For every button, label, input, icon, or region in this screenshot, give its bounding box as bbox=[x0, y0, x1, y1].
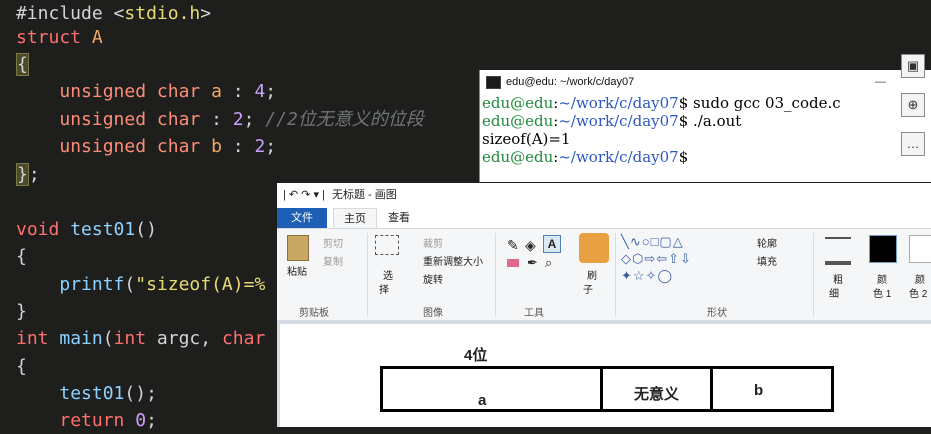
code-line-void-test: void test01() bbox=[16, 219, 157, 240]
paint-title: 无标题 - 画图 bbox=[331, 189, 397, 201]
code-line-struct: struct A bbox=[16, 27, 103, 48]
ribbon-separator bbox=[367, 233, 368, 317]
ribbon-separator bbox=[813, 233, 814, 317]
paste-icon[interactable] bbox=[287, 235, 309, 261]
terminal-icon bbox=[486, 76, 501, 89]
code-line-brace2-close: } bbox=[16, 301, 27, 322]
fill-icon[interactable]: ◈ bbox=[525, 237, 536, 254]
ribbon-separator bbox=[495, 233, 496, 317]
color2-label2: 色 2 bbox=[909, 289, 928, 300]
code-line-printf: printf("sizeof(A)=% bbox=[59, 274, 266, 295]
paint-titlebar[interactable]: | ↶ ↷ ▾ | 无标题 - 画图 bbox=[277, 183, 931, 208]
select-icon[interactable] bbox=[375, 235, 399, 255]
code-line-call: test01(); bbox=[59, 383, 157, 404]
color2-swatch[interactable] bbox=[909, 235, 931, 263]
paint-window[interactable]: | ↶ ↷ ▾ | 无标题 - 画图 文件 主页 查看 粘贴 剪切 复制 剪贴板… bbox=[277, 183, 931, 427]
size-button-label2: 细 bbox=[829, 289, 839, 300]
terminal-line: edu@edu:~/work/c/day07$ bbox=[482, 148, 689, 166]
copy-button[interactable]: 复制 bbox=[323, 253, 343, 268]
fill-button[interactable]: 填充 bbox=[757, 253, 777, 268]
diagram-label-padding: 无意义 bbox=[634, 386, 680, 403]
size-icon[interactable] bbox=[825, 237, 851, 265]
magnifier-icon[interactable]: ⌕ bbox=[545, 255, 552, 271]
code-line-brace2: { bbox=[16, 246, 27, 267]
cut-button[interactable]: 剪切 bbox=[323, 235, 343, 250]
ribbon-tabs: 文件 主页 查看 bbox=[277, 208, 931, 228]
brush-button-label2: 子 bbox=[583, 285, 593, 296]
terminal-line: edu@edu:~/work/c/day07$ ./a.out bbox=[482, 112, 742, 130]
tab-file[interactable]: 文件 bbox=[277, 208, 327, 228]
size-button[interactable]: 粗 bbox=[833, 271, 843, 286]
color1-swatch[interactable] bbox=[869, 235, 897, 263]
code-line-brace3: { bbox=[16, 356, 27, 377]
code-line-field-b: unsigned char b : 2; bbox=[59, 136, 277, 157]
group-label-tools: 工具 bbox=[524, 308, 544, 319]
image-icon[interactable]: ▣ bbox=[901, 54, 925, 78]
code-line-main: int main(int argc, char bbox=[16, 328, 266, 349]
terminal-title: edu@edu: ~/work/c/day07 bbox=[506, 76, 635, 88]
crop-button[interactable]: 裁剪 bbox=[423, 235, 443, 250]
select-button[interactable]: 选 bbox=[383, 267, 393, 282]
pencil-icon[interactable]: ✎ bbox=[507, 237, 519, 254]
diagram-label-a: a bbox=[478, 392, 487, 409]
outline-button[interactable]: 轮廓 bbox=[757, 235, 777, 250]
zoom-in-icon[interactable]: ⊕ bbox=[901, 93, 925, 117]
ribbon-separator bbox=[615, 233, 616, 317]
code-line-open-brace: { bbox=[16, 53, 29, 76]
code-line-close-brace: }; bbox=[16, 163, 40, 186]
group-label-clipboard: 剪贴板 bbox=[299, 308, 329, 319]
brush-icon[interactable] bbox=[579, 233, 609, 263]
code-line-field-a: unsigned char a : 4; bbox=[59, 81, 277, 102]
color2-button[interactable]: 颜 bbox=[915, 271, 925, 286]
eraser-icon[interactable] bbox=[507, 259, 519, 267]
color1-button[interactable]: 颜 bbox=[877, 271, 887, 286]
rotate-button[interactable]: 旋转 bbox=[423, 271, 443, 286]
terminal-window[interactable]: edu@edu: ~/work/c/day07 — edu@edu:~/work… bbox=[479, 70, 931, 182]
select-button-label2: 择 bbox=[379, 285, 389, 296]
diagram-label-b: b bbox=[754, 382, 764, 399]
code-line-field-pad: unsigned char : 2; //2位无意义的位段 bbox=[59, 109, 424, 130]
tab-home[interactable]: 主页 bbox=[333, 208, 377, 228]
code-line-include: #include <stdio.h> bbox=[16, 3, 212, 24]
group-label-shapes: 形状 bbox=[707, 308, 727, 319]
more-icon[interactable]: … bbox=[901, 132, 925, 156]
terminal-output[interactable]: edu@edu:~/work/c/day07$ sudo gcc 03_code… bbox=[480, 94, 931, 166]
paste-button[interactable]: 粘贴 bbox=[287, 263, 307, 278]
paint-canvas[interactable]: 4位 a 无意义 b bbox=[280, 324, 931, 427]
terminal-titlebar[interactable]: edu@edu: ~/work/c/day07 — bbox=[480, 70, 931, 94]
ribbon: 粘贴 剪切 复制 剪贴板 选 择 裁剪 重新调整大小 旋转 图像 ✎ ◈ A ✒… bbox=[277, 228, 931, 322]
color-picker-icon[interactable]: ✒ bbox=[527, 255, 538, 271]
terminal-line: sizeof(A)=1 bbox=[482, 130, 571, 148]
quick-access-toolbar[interactable]: | ↶ ↷ ▾ | bbox=[283, 189, 325, 201]
tab-view[interactable]: 查看 bbox=[381, 208, 417, 228]
group-label-image: 图像 bbox=[423, 308, 443, 319]
text-icon[interactable]: A bbox=[543, 235, 561, 253]
brush-button[interactable]: 刷 bbox=[587, 267, 597, 282]
minimize-button[interactable]: — bbox=[875, 70, 886, 94]
diagram-title: 4位 bbox=[464, 347, 488, 364]
shapes-gallery[interactable]: ╲∿○□▢△ ◇⬡⇨⇦⇧⇩ ✦☆✧◯ bbox=[621, 233, 749, 285]
color1-label2: 色 1 bbox=[873, 289, 892, 300]
terminal-line: edu@edu:~/work/c/day07$ sudo gcc 03_code… bbox=[482, 94, 841, 112]
resize-button[interactable]: 重新调整大小 bbox=[423, 253, 483, 268]
code-line-return: return 0; bbox=[59, 410, 157, 431]
